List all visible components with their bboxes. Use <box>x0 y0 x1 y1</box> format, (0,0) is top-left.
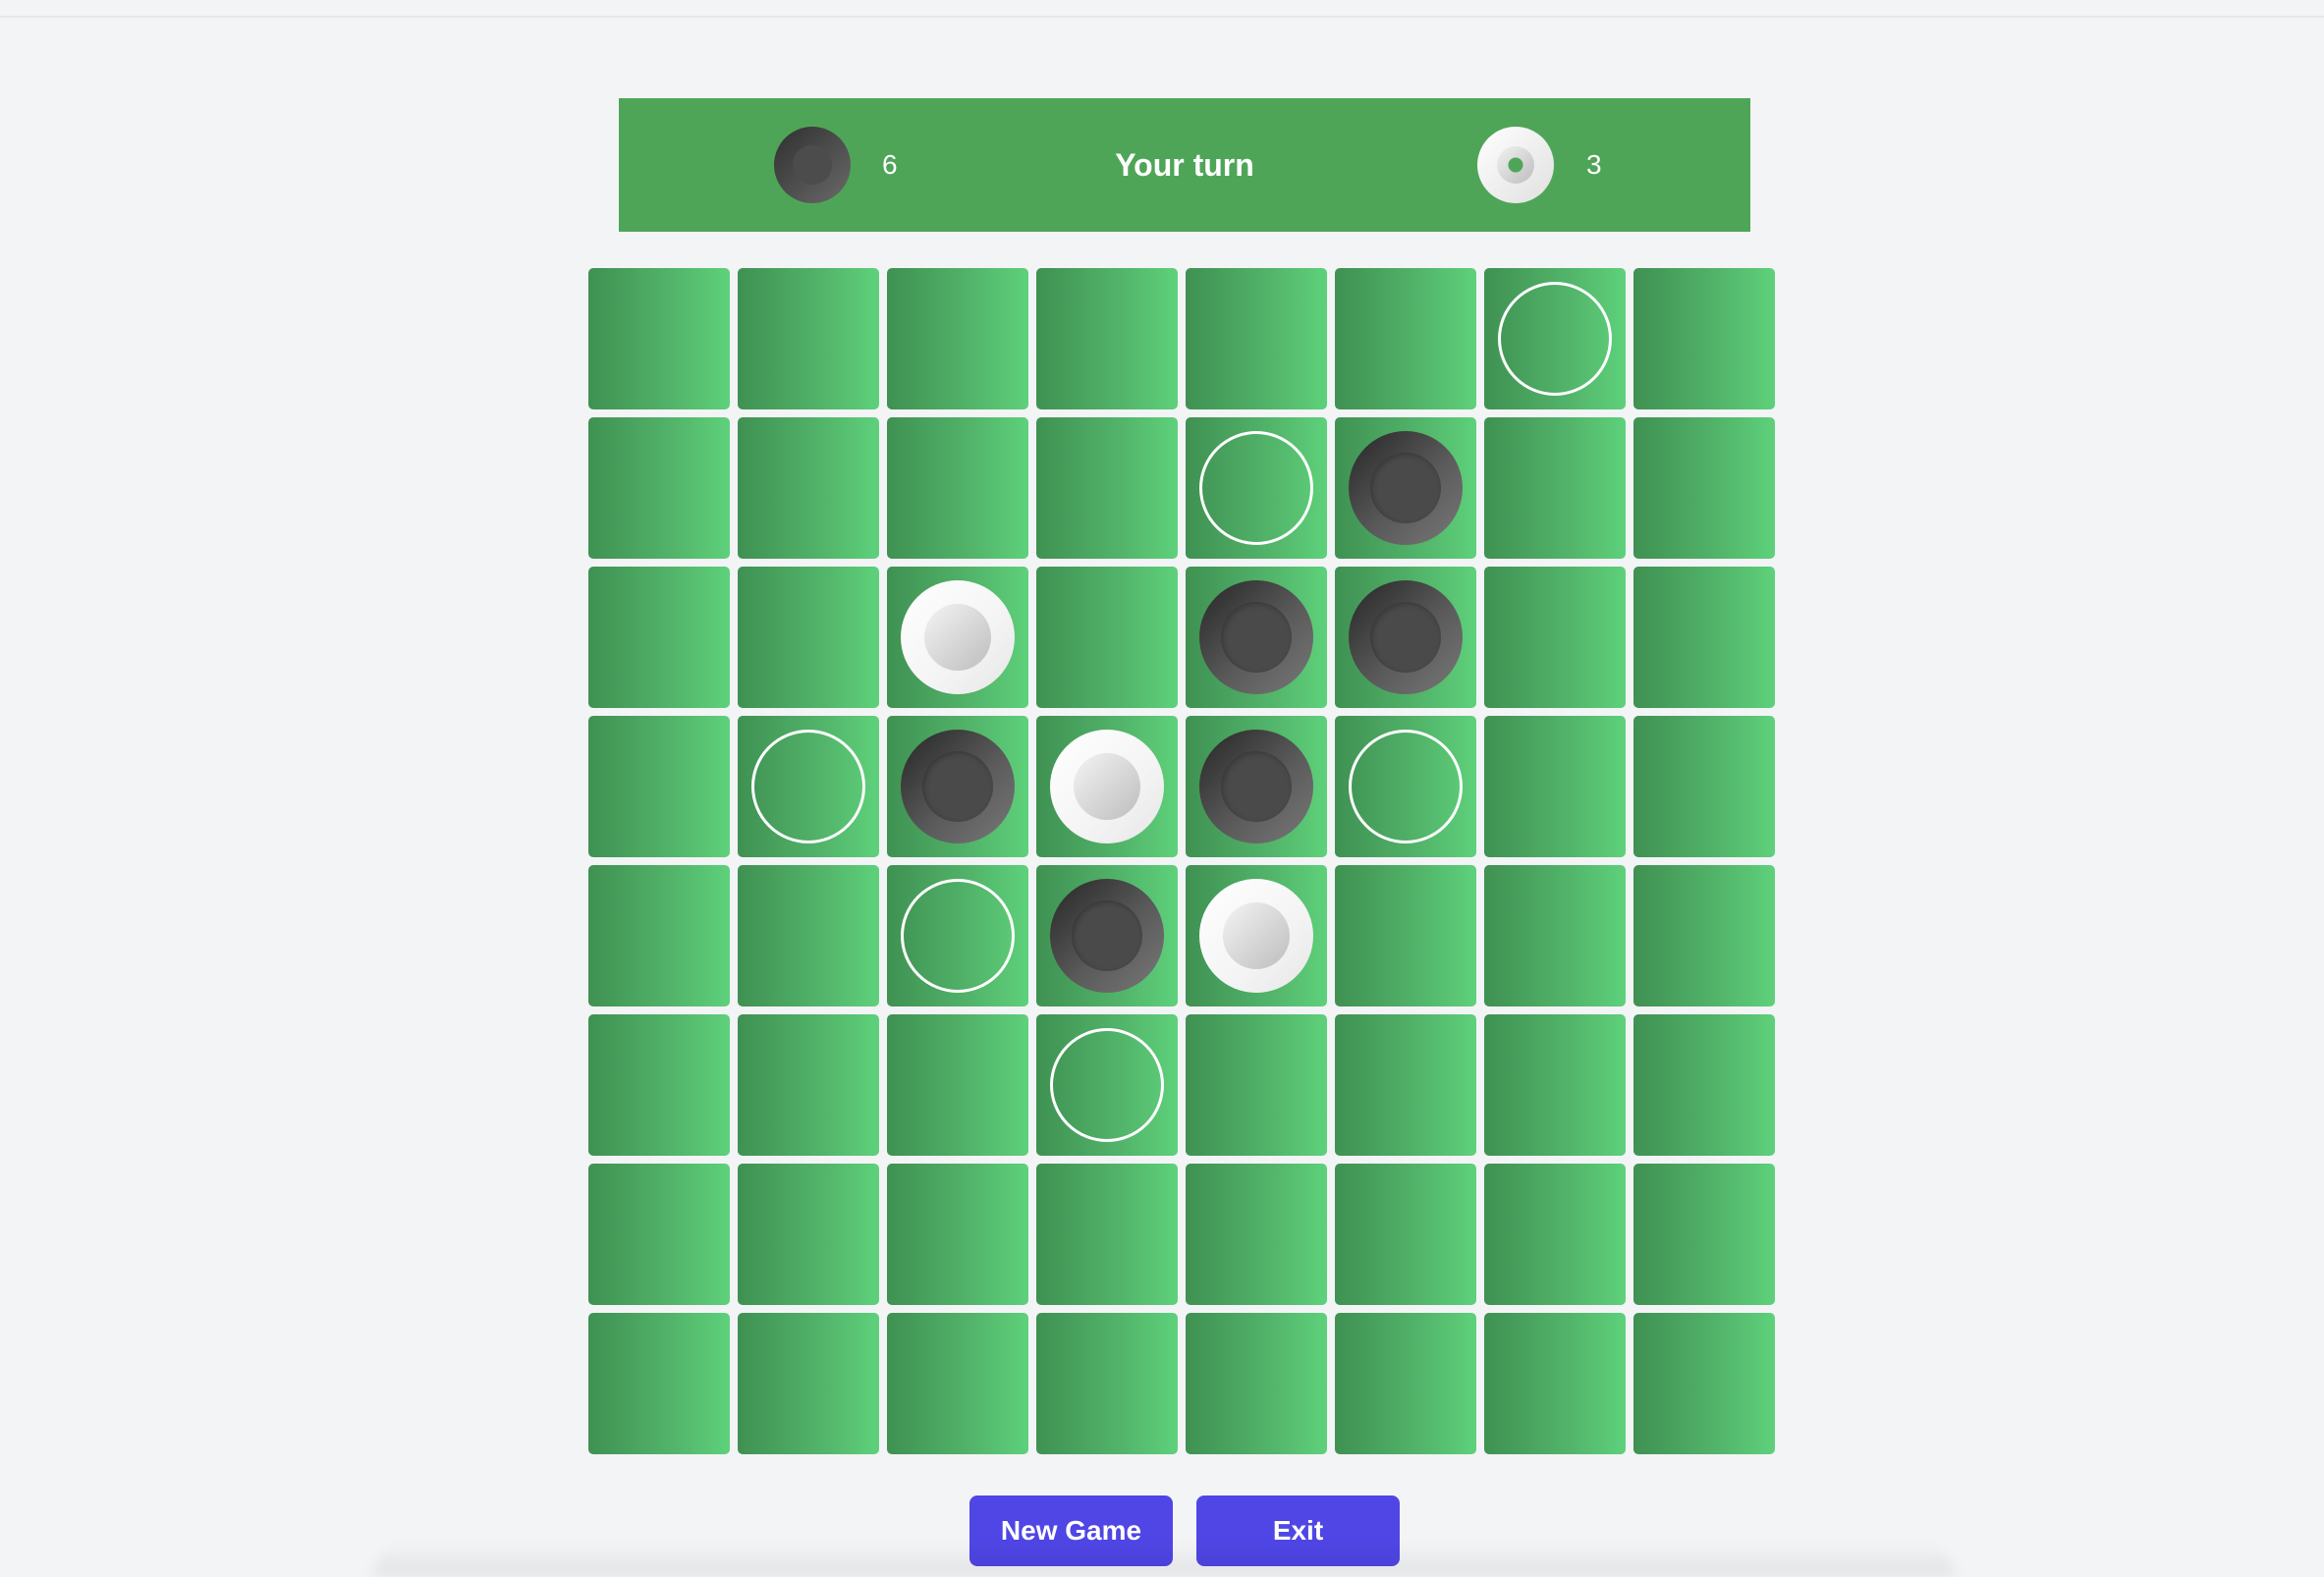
valid-move-hint-icon[interactable] <box>751 730 865 843</box>
board-cell-r4-c7[interactable] <box>1484 716 1626 857</box>
board-cell-r4-c1[interactable] <box>588 716 730 857</box>
board-cell-r1-c7[interactable] <box>1484 268 1626 409</box>
board-cell-r6-c2[interactable] <box>738 1014 879 1156</box>
board-cell-r4-c3[interactable] <box>887 716 1028 857</box>
white-score: 3 <box>1586 149 1602 180</box>
board-cell-r2-c7[interactable] <box>1484 417 1626 559</box>
board-cell-r7-c8[interactable] <box>1633 1164 1775 1305</box>
board-cell-r1-c4[interactable] <box>1036 268 1178 409</box>
board-cell-r3-c5[interactable] <box>1186 567 1327 708</box>
board-cell-r8-c7[interactable] <box>1484 1313 1626 1454</box>
top-border <box>0 0 2324 18</box>
board-cell-r5-c7[interactable] <box>1484 865 1626 1006</box>
board-cell-r7-c6[interactable] <box>1335 1164 1476 1305</box>
board-cell-r6-c4[interactable] <box>1036 1014 1178 1156</box>
board-cell-r6-c7[interactable] <box>1484 1014 1626 1156</box>
board-cell-r4-c5[interactable] <box>1186 716 1327 857</box>
board-cell-r7-c3[interactable] <box>887 1164 1028 1305</box>
black-piece-icon <box>1349 431 1463 545</box>
board-cell-r8-c2[interactable] <box>738 1313 879 1454</box>
board-cell-r6-c3[interactable] <box>887 1014 1028 1156</box>
board-cell-r2-c5[interactable] <box>1186 417 1327 559</box>
board-cell-r6-c6[interactable] <box>1335 1014 1476 1156</box>
valid-move-hint-icon[interactable] <box>1199 431 1313 545</box>
board-cell-r3-c3[interactable] <box>887 567 1028 708</box>
black-disc-icon <box>774 127 851 203</box>
board-cell-r2-c6[interactable] <box>1335 417 1476 559</box>
board-cell-r1-c2[interactable] <box>738 268 879 409</box>
board-cell-r7-c5[interactable] <box>1186 1164 1327 1305</box>
board-cell-r8-c1[interactable] <box>588 1313 730 1454</box>
board-cell-r8-c4[interactable] <box>1036 1313 1178 1454</box>
board-cell-r6-c1[interactable] <box>588 1014 730 1156</box>
board-cell-r1-c3[interactable] <box>887 268 1028 409</box>
white-piece-icon <box>1199 879 1313 993</box>
board-cell-r1-c5[interactable] <box>1186 268 1327 409</box>
board-cell-r3-c1[interactable] <box>588 567 730 708</box>
board-cell-r1-c6[interactable] <box>1335 268 1476 409</box>
bottom-shadow <box>373 1542 1955 1577</box>
black-piece-icon <box>1349 580 1463 694</box>
board-cell-r8-c6[interactable] <box>1335 1313 1476 1454</box>
board-cell-r2-c8[interactable] <box>1633 417 1775 559</box>
board-cell-r4-c6[interactable] <box>1335 716 1476 857</box>
board-cell-r4-c2[interactable] <box>738 716 879 857</box>
board-cell-r3-c6[interactable] <box>1335 567 1476 708</box>
board-cell-r5-c3[interactable] <box>887 865 1028 1006</box>
board-cell-r3-c2[interactable] <box>738 567 879 708</box>
valid-move-hint-icon[interactable] <box>1050 1028 1164 1142</box>
valid-move-hint-icon[interactable] <box>1498 282 1612 396</box>
board-cell-r2-c4[interactable] <box>1036 417 1178 559</box>
board-cell-r1-c8[interactable] <box>1633 268 1775 409</box>
board-cell-r5-c1[interactable] <box>588 865 730 1006</box>
board-cell-r3-c7[interactable] <box>1484 567 1626 708</box>
board-cell-r2-c2[interactable] <box>738 417 879 559</box>
board-cell-r6-c5[interactable] <box>1186 1014 1327 1156</box>
game-board <box>588 268 1783 1462</box>
board-cell-r7-c7[interactable] <box>1484 1164 1626 1305</box>
white-piece-icon <box>901 580 1015 694</box>
board-cell-r8-c5[interactable] <box>1186 1313 1327 1454</box>
black-piece-icon <box>901 730 1015 843</box>
board-cell-r5-c8[interactable] <box>1633 865 1775 1006</box>
board-cell-r5-c6[interactable] <box>1335 865 1476 1006</box>
board-cell-r5-c5[interactable] <box>1186 865 1327 1006</box>
white-piece-icon <box>1050 730 1164 843</box>
board-cell-r5-c2[interactable] <box>738 865 879 1006</box>
board-cell-r3-c8[interactable] <box>1633 567 1775 708</box>
board-cell-r1-c1[interactable] <box>588 268 730 409</box>
valid-move-hint-icon[interactable] <box>901 879 1015 993</box>
board-cell-r7-c2[interactable] <box>738 1164 879 1305</box>
board-cell-r3-c4[interactable] <box>1036 567 1178 708</box>
board-cell-r2-c1[interactable] <box>588 417 730 559</box>
board-cell-r8-c3[interactable] <box>887 1313 1028 1454</box>
turn-indicator: Your turn <box>1115 147 1254 183</box>
board-cell-r8-c8[interactable] <box>1633 1313 1775 1454</box>
board-cell-r6-c8[interactable] <box>1633 1014 1775 1156</box>
board-cell-r7-c4[interactable] <box>1036 1164 1178 1305</box>
board-cell-r4-c8[interactable] <box>1633 716 1775 857</box>
white-disc-icon <box>1477 127 1554 203</box>
board-cell-r7-c1[interactable] <box>588 1164 730 1305</box>
board-cell-r5-c4[interactable] <box>1036 865 1178 1006</box>
board-cell-r2-c3[interactable] <box>887 417 1028 559</box>
board-cell-r4-c4[interactable] <box>1036 716 1178 857</box>
black-piece-icon <box>1199 580 1313 694</box>
valid-move-hint-icon[interactable] <box>1349 730 1463 843</box>
black-score: 6 <box>882 149 898 180</box>
black-piece-icon <box>1050 879 1164 993</box>
score-bar: 6 Your turn 3 <box>619 98 1750 232</box>
black-piece-icon <box>1199 730 1313 843</box>
